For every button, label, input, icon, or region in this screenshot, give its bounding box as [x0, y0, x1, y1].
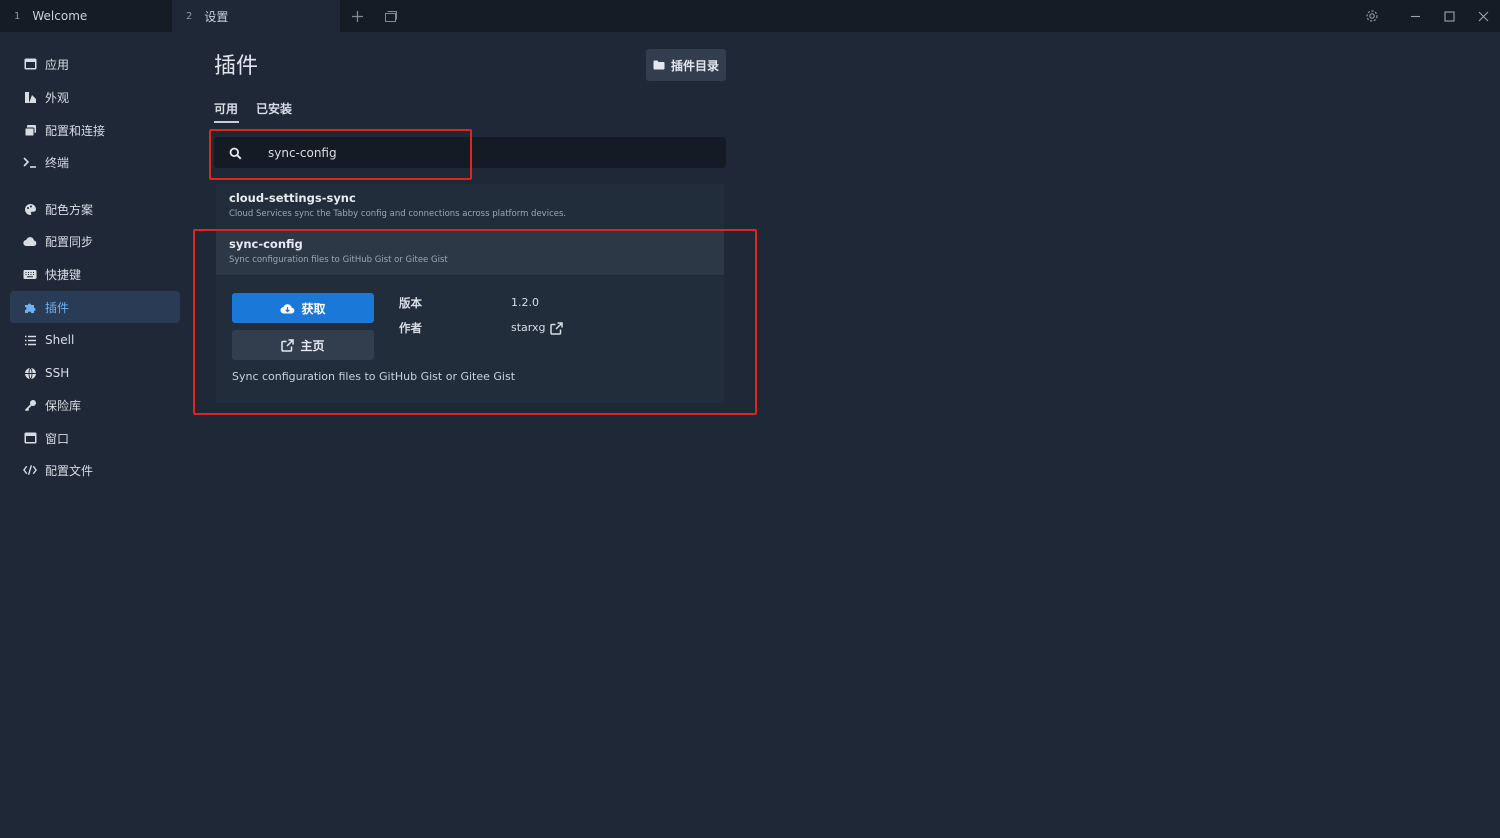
sidebar-item-label: 外观 [45, 90, 70, 105]
minimize-icon [1410, 15, 1420, 17]
sidebar-item-label: 配置同步 [45, 234, 94, 249]
tab-welcome[interactable]: 1 Welcome [0, 0, 170, 32]
plugin-name: cloud-settings-sync [229, 191, 356, 205]
sidebar-item-shell[interactable]: Shell [10, 324, 180, 356]
settings-sidebar: 应用 外观 配置和连接 终端 配色方案 配置同步 快捷键 插件 Shell SS… [0, 32, 190, 838]
plugin-directory-label: 插件目录 [670, 58, 719, 73]
close-button[interactable] [1466, 0, 1500, 32]
window-stack-icon [385, 10, 397, 22]
maximize-icon [1443, 10, 1455, 22]
tab-installed[interactable]: 已安装 [256, 100, 292, 117]
profiles-button[interactable] [376, 0, 406, 32]
puzzle-icon [23, 300, 37, 314]
tab-index: 1 [14, 10, 21, 22]
sidebar-item-label: 终端 [45, 155, 70, 170]
search-highlight-box [209, 129, 472, 180]
globe-icon [23, 366, 37, 380]
keyboard-icon [23, 267, 37, 281]
code-icon [23, 463, 37, 477]
plus-icon [351, 10, 363, 22]
palette-icon [23, 202, 37, 216]
sidebar-item-vault[interactable]: 保险库 [10, 389, 180, 421]
sidebar-item-label: 插件 [45, 300, 70, 315]
sidebar-item-hotkeys[interactable]: 快捷键 [10, 258, 180, 290]
terminal-icon [23, 155, 37, 169]
sidebar-item-label: 应用 [45, 57, 70, 72]
sidebar-item-label: 配色方案 [45, 202, 94, 217]
window-icon [23, 57, 37, 71]
sidebar-item-application[interactable]: 应用 [10, 48, 180, 80]
title-bar: 1 Welcome 2 设置 [0, 0, 1500, 32]
sidebar-item-label: Shell [45, 333, 75, 347]
tab-settings[interactable]: 2 设置 [172, 0, 340, 32]
sidebar-item-label: 配置和连接 [45, 123, 106, 138]
minimize-button[interactable] [1398, 0, 1432, 32]
gear-icon [1366, 10, 1378, 22]
tab-label: Welcome [32, 9, 88, 23]
sidebar-item-profiles[interactable]: 配置和连接 [10, 114, 180, 146]
sidebar-item-label: 保险库 [45, 398, 82, 413]
sidebar-item-terminal[interactable]: 终端 [10, 146, 180, 178]
sidebar-item-config-sync[interactable]: 配置同步 [10, 225, 180, 257]
active-tab-indicator [214, 121, 239, 123]
windows-stack-icon [23, 123, 37, 137]
sidebar-item-ssh[interactable]: SSH [10, 357, 180, 389]
sidebar-item-color-scheme[interactable]: 配色方案 [10, 193, 180, 225]
sidebar-item-config-file[interactable]: 配置文件 [10, 454, 180, 486]
sidebar-item-label: 窗口 [45, 431, 70, 446]
page-title: 插件 [214, 54, 259, 79]
folder-icon [653, 60, 665, 70]
sidebar-item-plugins[interactable]: 插件 [10, 291, 180, 323]
sidebar-item-label: 配置文件 [45, 463, 94, 478]
maximize-button[interactable] [1432, 0, 1466, 32]
key-icon [23, 398, 37, 412]
new-tab-button[interactable] [342, 0, 372, 32]
close-icon [1478, 11, 1488, 21]
tab-available[interactable]: 可用 [214, 100, 238, 117]
cloud-icon [23, 234, 37, 248]
sidebar-item-label: SSH [45, 366, 70, 380]
sidebar-item-label: 快捷键 [45, 267, 82, 282]
sidebar-item-window[interactable]: 窗口 [10, 422, 180, 454]
plugin-description: Cloud Services sync the Tabby config and… [229, 209, 567, 219]
window-icon [23, 431, 37, 445]
plugin-highlight-box [193, 229, 757, 415]
brush-icon [23, 90, 37, 104]
plugin-list-item[interactable]: cloud-settings-sync Cloud Services sync … [216, 184, 724, 229]
tab-index: 2 [186, 10, 193, 22]
settings-button[interactable] [1355, 0, 1389, 32]
sidebar-item-appearance[interactable]: 外观 [10, 81, 180, 113]
plugin-directory-button[interactable]: 插件目录 [646, 49, 726, 81]
list-icon [23, 333, 37, 347]
tab-label: 设置 [204, 9, 229, 24]
